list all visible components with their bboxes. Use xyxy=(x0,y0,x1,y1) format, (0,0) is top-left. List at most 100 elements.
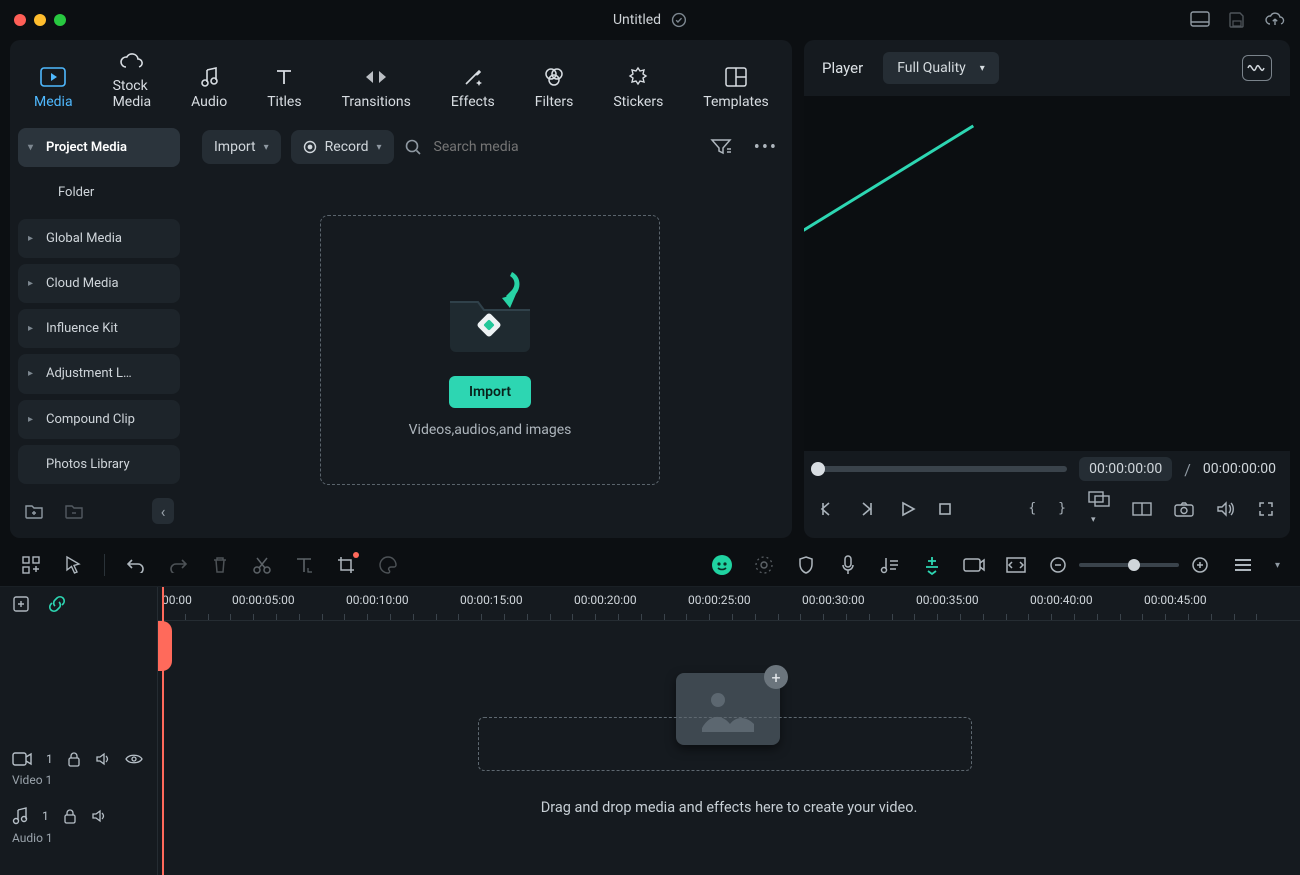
lock-icon[interactable] xyxy=(67,751,81,767)
prev-frame-icon[interactable] xyxy=(820,501,838,517)
zoom-knob-icon[interactable] xyxy=(1128,559,1140,571)
audio-sync-icon[interactable] xyxy=(879,554,901,576)
mic-icon[interactable] xyxy=(837,554,859,576)
tab-transitions[interactable]: Transitions xyxy=(342,66,411,110)
ruler-mark: 00:00:40:00 xyxy=(1030,593,1093,607)
empty-track-drop[interactable] xyxy=(478,717,972,771)
tab-audio[interactable]: Audio xyxy=(191,66,227,110)
seek-knob-icon[interactable] xyxy=(811,462,825,476)
tab-effects[interactable]: Effects xyxy=(451,66,495,110)
import-dropzone[interactable]: Import Videos,audios,and images xyxy=(320,215,660,485)
player-viewport[interactable] xyxy=(804,96,1290,451)
tab-label: Titles xyxy=(267,94,301,110)
list-view-icon[interactable] xyxy=(1231,554,1255,576)
sidebar-item-adjustment-layer[interactable]: ▸ Adjustment L… xyxy=(18,354,180,393)
audio-track-header[interactable]: 1 Audio 1 xyxy=(0,801,157,875)
undo-icon[interactable] xyxy=(125,554,147,576)
filter-icon[interactable] xyxy=(710,137,732,158)
save-icon[interactable] xyxy=(1228,11,1246,29)
next-frame-icon[interactable] xyxy=(860,501,878,517)
render-icon[interactable] xyxy=(963,554,985,576)
playhead[interactable] xyxy=(162,587,164,875)
minimize-window-icon[interactable] xyxy=(34,14,46,26)
tab-filters[interactable]: Filters xyxy=(535,66,574,110)
delete-icon[interactable] xyxy=(209,554,231,576)
chevron-right-icon: ▸ xyxy=(28,233,38,244)
cursor-icon[interactable] xyxy=(62,554,84,576)
play-icon[interactable] xyxy=(900,501,916,517)
tab-media[interactable]: Media xyxy=(34,66,73,110)
close-window-icon[interactable] xyxy=(14,14,26,26)
waveform-icon[interactable] xyxy=(1242,55,1272,81)
aspect-ratio-dropdown[interactable]: ▾ xyxy=(1088,491,1110,526)
marker-icon[interactable] xyxy=(921,554,943,576)
link-icon[interactable] xyxy=(46,593,68,615)
quality-label: Full Quality xyxy=(897,60,966,76)
search-input[interactable] xyxy=(432,138,700,156)
chevron-down-icon[interactable]: ▾ xyxy=(1275,560,1280,571)
crop-icon[interactable] xyxy=(335,554,357,576)
volume-icon[interactable] xyxy=(1216,501,1236,517)
import-button[interactable]: Import xyxy=(449,376,531,408)
redo-icon[interactable] xyxy=(167,554,189,576)
media-panel: Media Stock Media Audio Titles Transitio… xyxy=(10,40,792,538)
sync-status-icon xyxy=(671,12,687,28)
seek-bar[interactable]: 00:00:00:00 / 00:00:00:00 xyxy=(818,457,1276,481)
tab-label: Audio xyxy=(191,94,227,110)
stickers-icon xyxy=(625,66,651,88)
tab-label: Transitions xyxy=(342,94,411,110)
lock-icon[interactable] xyxy=(63,808,77,824)
add-icon[interactable]: + xyxy=(764,665,788,689)
tab-templates[interactable]: Templates xyxy=(703,66,769,110)
playhead-flag-icon[interactable] xyxy=(158,621,172,671)
more-icon[interactable]: ••• xyxy=(754,137,778,158)
eye-icon[interactable] xyxy=(125,753,143,765)
text-tool-icon[interactable] xyxy=(293,554,315,576)
layout-icon[interactable] xyxy=(1190,11,1210,29)
sidebar-item-global-media[interactable]: ▸ Global Media xyxy=(18,219,180,258)
stop-icon[interactable] xyxy=(938,502,952,516)
ruler-mark: 00:00:25:00 xyxy=(688,593,751,607)
cloud-upload-icon[interactable] xyxy=(1264,11,1286,29)
search-media[interactable] xyxy=(404,130,700,164)
timecode-separator: / xyxy=(1184,460,1191,479)
mute-icon[interactable] xyxy=(95,752,111,766)
add-track-icon[interactable] xyxy=(20,554,42,576)
tab-titles[interactable]: Titles xyxy=(267,66,301,110)
snapshot-icon[interactable] xyxy=(1174,501,1194,517)
record-dropdown[interactable]: Record ▾ xyxy=(291,130,394,164)
color-icon[interactable] xyxy=(377,554,399,576)
ai-avatar-icon[interactable] xyxy=(711,554,733,576)
new-folder-icon[interactable] xyxy=(24,502,44,520)
zoom-slider[interactable] xyxy=(1079,563,1179,567)
compare-icon[interactable] xyxy=(1132,502,1152,516)
sidebar-item-compound-clip[interactable]: ▸ Compound Clip xyxy=(18,400,180,439)
zoom-in-icon[interactable] xyxy=(1189,554,1211,576)
collapse-sidebar-icon[interactable]: ‹ xyxy=(152,498,174,524)
import-dropdown[interactable]: Import ▾ xyxy=(202,130,281,164)
fullscreen-icon[interactable] xyxy=(1258,501,1274,517)
video-track-header[interactable]: 1 Video 1 xyxy=(0,745,157,801)
mark-out-icon[interactable]: } xyxy=(1058,501,1066,516)
split-icon[interactable] xyxy=(251,554,273,576)
timeline-ruler[interactable]: 00:00 00:00:05:00 00:00:10:00 00:00:15:0… xyxy=(158,587,1300,621)
mute-icon[interactable] xyxy=(91,809,107,823)
fit-icon[interactable] xyxy=(1005,554,1027,576)
templates-icon xyxy=(723,66,749,88)
tab-stock-media[interactable]: Stock Media xyxy=(113,50,152,110)
zoom-out-icon[interactable] xyxy=(1047,554,1069,576)
sidebar-item-photos-library[interactable]: Photos Library xyxy=(18,445,180,484)
delete-folder-icon[interactable] xyxy=(64,502,84,520)
quality-dropdown[interactable]: Full Quality ▾ xyxy=(883,52,999,84)
sidebar-item-influence-kit[interactable]: ▸ Influence Kit xyxy=(18,309,180,348)
timeline-tracks[interactable]: 00:00 00:00:05:00 00:00:10:00 00:00:15:0… xyxy=(158,587,1300,875)
mark-in-icon[interactable]: { xyxy=(1028,501,1036,516)
enhance-icon[interactable] xyxy=(753,554,775,576)
add-media-icon[interactable] xyxy=(12,595,30,613)
shield-icon[interactable] xyxy=(795,554,817,576)
tab-stickers[interactable]: Stickers xyxy=(613,66,663,110)
sidebar-item-folder[interactable]: Folder xyxy=(18,173,180,212)
sidebar-item-project-media[interactable]: ▾ Project Media xyxy=(18,128,180,167)
maximize-window-icon[interactable] xyxy=(54,14,66,26)
sidebar-item-cloud-media[interactable]: ▸ Cloud Media xyxy=(18,264,180,303)
